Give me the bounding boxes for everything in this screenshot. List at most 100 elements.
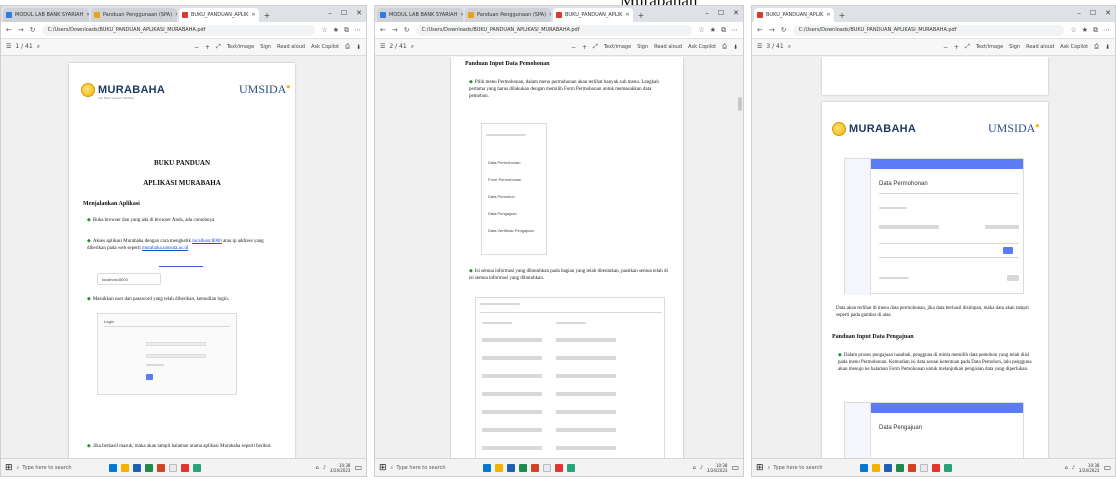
url-field[interactable]: C:/Users/Downloads/BUKU_PANDUAN_APLIKASI… xyxy=(415,24,693,36)
back-icon[interactable]: ← xyxy=(6,26,12,34)
forward-icon[interactable]: → xyxy=(769,26,775,34)
page-indicator[interactable]: 2 / 41 xyxy=(389,43,406,51)
save-icon[interactable]: ⬇ xyxy=(356,44,361,51)
tool-copilot[interactable]: Ask Copilot xyxy=(311,44,339,50)
more-icon[interactable]: ⋯ xyxy=(1103,26,1110,35)
tool-read-aloud[interactable]: Read aloud xyxy=(1026,44,1054,50)
tool-text[interactable]: Text/image xyxy=(227,44,254,50)
tab-2[interactable]: Panduan Penggunaan (SPA)✕ xyxy=(91,8,177,22)
network-icon[interactable]: ⌂ xyxy=(693,465,696,471)
zoom-in-icon[interactable]: + xyxy=(205,44,210,51)
close-icon[interactable]: ✕ xyxy=(549,12,551,18)
collections-icon[interactable]: ⧉ xyxy=(721,26,726,35)
close-window-button[interactable]: ✕ xyxy=(356,9,362,17)
reload-icon[interactable]: ↻ xyxy=(30,26,36,34)
edge-icon[interactable] xyxy=(943,463,952,472)
pdf-viewer[interactable]: MURABAHA UMSIDA◆ Data Permohonan Data ak… xyxy=(752,57,1115,458)
url-field[interactable]: C:/Users/Downloads/BUKU_PANDUAN_APLIKASI… xyxy=(792,24,1065,36)
close-icon[interactable]: ✕ xyxy=(826,12,830,18)
close-window-button[interactable]: ✕ xyxy=(1105,9,1111,17)
folder-icon[interactable] xyxy=(871,463,880,472)
fit-icon[interactable]: ⤢ xyxy=(216,43,221,51)
print-icon[interactable]: ⎙ xyxy=(722,43,727,51)
tab-1[interactable]: MODUL LAB BANK SYARIAH✕ xyxy=(377,8,463,22)
scrollbar-thumb[interactable] xyxy=(738,97,742,111)
notification-icon[interactable]: ▭ xyxy=(731,463,739,472)
windows-start-icon[interactable]: ⊞ xyxy=(5,463,13,473)
fit-icon[interactable]: ⤢ xyxy=(965,43,970,51)
excel-icon[interactable] xyxy=(144,463,153,472)
favorites-icon[interactable]: ★ xyxy=(710,26,716,35)
close-icon[interactable]: ✕ xyxy=(86,12,89,18)
opera-icon[interactable] xyxy=(180,463,189,472)
contents-icon[interactable]: ☰ xyxy=(6,43,11,51)
excel-icon[interactable] xyxy=(518,463,527,472)
folder-icon[interactable] xyxy=(120,463,129,472)
new-tab-button[interactable]: + xyxy=(839,11,846,20)
clock[interactable]: 10:38 3/24/2023 xyxy=(707,463,728,473)
edge-icon[interactable] xyxy=(566,463,575,472)
favorites-icon[interactable]: ★ xyxy=(333,26,339,35)
powerpoint-icon[interactable] xyxy=(530,463,539,472)
minimize-button[interactable]: – xyxy=(328,9,332,17)
minimize-button[interactable]: – xyxy=(1077,9,1081,17)
taskbar-search[interactable]: ⌕ Type here to search xyxy=(768,462,842,474)
opera-icon[interactable] xyxy=(554,463,563,472)
star-icon[interactable]: ☆ xyxy=(321,26,327,35)
tool-read-aloud[interactable]: Read aloud xyxy=(277,44,305,50)
back-icon[interactable]: ← xyxy=(757,26,763,34)
tab-3[interactable]: BUKU_PANDUAN_APLIK ✕ xyxy=(553,8,633,22)
app-icon[interactable] xyxy=(859,463,868,472)
volume-icon[interactable]: ♪ xyxy=(323,465,326,471)
zoom-out-icon[interactable]: − xyxy=(194,44,199,51)
clock[interactable]: 10:38 3/24/2023 xyxy=(330,463,351,473)
pdf-viewer[interactable]: Panduan Input Data Pemohonan ◆ Pilih menu… xyxy=(375,57,743,458)
windows-start-icon[interactable]: ⊞ xyxy=(756,463,764,473)
search-icon[interactable]: ⌕ xyxy=(37,43,40,51)
reload-icon[interactable]: ↻ xyxy=(404,26,410,34)
zoom-in-icon[interactable]: + xyxy=(954,44,959,51)
edge-icon[interactable] xyxy=(192,463,201,472)
close-icon[interactable]: ✕ xyxy=(251,12,255,18)
page-indicator[interactable]: 3 / 41 xyxy=(766,43,783,51)
app-icon[interactable] xyxy=(482,463,491,472)
print-icon[interactable]: ⎙ xyxy=(1094,43,1099,51)
page-indicator[interactable]: 1 / 41 xyxy=(15,43,32,51)
word-icon[interactable] xyxy=(506,463,515,472)
notification-icon[interactable]: ▭ xyxy=(354,463,362,472)
tab-3[interactable]: BUKU_PANDUAN_APLIK ✕ xyxy=(179,8,259,22)
tool-read-aloud[interactable]: Read aloud xyxy=(654,44,682,50)
close-window-button[interactable]: ✕ xyxy=(733,9,739,17)
favorites-icon[interactable]: ★ xyxy=(1082,26,1088,35)
chrome-icon[interactable] xyxy=(919,463,928,472)
tool-sign[interactable]: Sign xyxy=(1009,44,1020,50)
collections-icon[interactable]: ⧉ xyxy=(344,26,349,35)
excel-icon[interactable] xyxy=(895,463,904,472)
tool-sign[interactable]: Sign xyxy=(637,44,648,50)
save-icon[interactable]: ⬇ xyxy=(1105,44,1110,51)
volume-icon[interactable]: ♪ xyxy=(700,465,703,471)
search-icon[interactable]: ⌕ xyxy=(411,43,414,51)
network-icon[interactable]: ⌂ xyxy=(1065,465,1068,471)
url-field[interactable]: C:/Users/Downloads/BUKU_PANDUAN_APLIKASI… xyxy=(41,24,316,36)
close-icon[interactable]: ✕ xyxy=(175,12,177,18)
new-tab-button[interactable]: + xyxy=(264,11,271,20)
maximize-button[interactable]: ☐ xyxy=(341,9,347,17)
back-icon[interactable]: ← xyxy=(380,26,386,34)
tab-2[interactable]: Panduan Penggunaan (SPA)✕ xyxy=(465,8,551,22)
volume-icon[interactable]: ♪ xyxy=(1072,465,1075,471)
tool-text[interactable]: Text/image xyxy=(976,44,1003,50)
forward-icon[interactable]: → xyxy=(392,26,398,34)
tool-copilot[interactable]: Ask Copilot xyxy=(688,44,716,50)
more-icon[interactable]: ⋯ xyxy=(731,26,738,35)
chrome-icon[interactable] xyxy=(542,463,551,472)
tab-1[interactable]: BUKU_PANDUAN_APLIK ✕ xyxy=(754,8,834,22)
powerpoint-icon[interactable] xyxy=(156,463,165,472)
maximize-button[interactable]: ☐ xyxy=(1090,9,1096,17)
search-icon[interactable]: ⌕ xyxy=(788,43,791,51)
zoom-out-icon[interactable]: − xyxy=(943,44,948,51)
tool-copilot[interactable]: Ask Copilot xyxy=(1060,44,1088,50)
chrome-icon[interactable] xyxy=(168,463,177,472)
forward-icon[interactable]: → xyxy=(18,26,24,34)
star-icon[interactable]: ☆ xyxy=(1070,26,1076,35)
